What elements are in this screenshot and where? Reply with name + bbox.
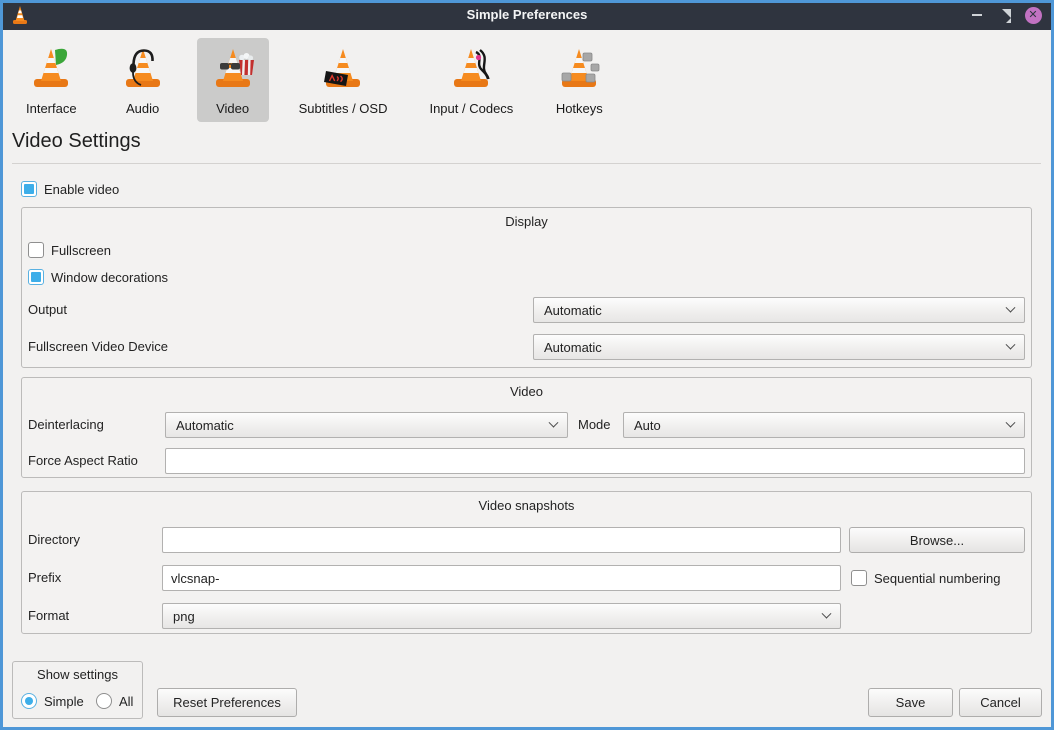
force-aspect-ratio-label: Force Aspect Ratio [28, 448, 138, 474]
deinterlace-mode-select-value: Auto [634, 418, 661, 433]
force-aspect-ratio-input[interactable] [165, 448, 1025, 474]
save-button-label: Save [896, 695, 926, 710]
video-snapshots-group: Video snapshots Directory Browse... Pref… [21, 491, 1032, 634]
format-select-value: png [173, 609, 195, 624]
restore-icon [999, 9, 1011, 21]
directory-label: Directory [28, 527, 80, 553]
window-decorations-label: Window decorations [51, 270, 168, 285]
deinterlacing-label: Deinterlacing [28, 412, 104, 438]
chevron-down-icon [822, 608, 832, 618]
minimize-icon [972, 14, 982, 16]
deinterlace-mode-select[interactable]: Auto [623, 412, 1025, 438]
simple-radio-row[interactable]: Simple [21, 693, 84, 709]
titlebar: Simple Preferences ✕ [0, 0, 1054, 30]
heading-separator [12, 163, 1041, 164]
tab-label: Audio [126, 101, 159, 116]
prefix-input[interactable] [162, 565, 841, 591]
output-select[interactable]: Automatic [533, 297, 1025, 323]
fullscreen-device-select-value: Automatic [544, 340, 602, 355]
video-group: Video Deinterlacing Automatic Mode Auto … [21, 377, 1032, 478]
restore-button[interactable] [996, 6, 1014, 24]
fullscreen-checkbox[interactable] [28, 242, 44, 258]
output-label: Output [28, 297, 67, 323]
close-icon: ✕ [1025, 7, 1042, 24]
all-radio[interactable] [96, 693, 112, 709]
close-button[interactable]: ✕ [1024, 6, 1042, 24]
fullscreen-label: Fullscreen [51, 243, 111, 258]
format-select[interactable]: png [162, 603, 841, 629]
hotkeys-cone-icon [555, 44, 603, 95]
tab-label: Input / Codecs [429, 101, 513, 116]
enable-video-checkbox[interactable] [21, 181, 37, 197]
reset-preferences-button[interactable]: Reset Preferences [157, 688, 297, 717]
tab-label: Subtitles / OSD [299, 101, 388, 116]
tab-subtitles-osd[interactable]: Subtitles / OSD [287, 38, 400, 122]
snapshots-group-title: Video snapshots [22, 498, 1031, 513]
deinterlacing-select[interactable]: Automatic [165, 412, 568, 438]
tab-hotkeys[interactable]: Hotkeys [543, 38, 615, 122]
mode-label: Mode [578, 412, 611, 438]
cancel-button-label: Cancel [980, 695, 1020, 710]
audio-cone-icon [119, 44, 167, 95]
show-settings-title: Show settings [13, 667, 142, 682]
tab-video[interactable]: Video [197, 38, 269, 122]
window-decorations-checkbox-row[interactable]: Window decorations [28, 269, 168, 285]
tab-label: Video [216, 101, 249, 116]
window-decorations-checkbox[interactable] [28, 269, 44, 285]
show-settings-group: Show settings Simple All [12, 661, 143, 719]
preferences-toolbar: Interface Audio [14, 38, 615, 122]
cancel-button[interactable]: Cancel [959, 688, 1042, 717]
display-group: Display Fullscreen Window decorations Ou… [21, 207, 1032, 368]
simple-radio[interactable] [21, 693, 37, 709]
subtitles-cone-icon [319, 44, 367, 95]
all-radio-label: All [119, 694, 133, 709]
prefix-label: Prefix [28, 565, 61, 591]
chevron-down-icon [1006, 339, 1016, 349]
page-title: Video Settings [12, 130, 141, 153]
fullscreen-device-label: Fullscreen Video Device [28, 334, 168, 360]
sequential-numbering-checkbox[interactable] [851, 570, 867, 586]
reset-preferences-label: Reset Preferences [173, 695, 281, 710]
video-cone-icon [209, 44, 257, 95]
tab-input-codecs[interactable]: Input / Codecs [417, 38, 525, 122]
output-select-value: Automatic [544, 303, 602, 318]
browse-button-label: Browse... [910, 533, 964, 548]
directory-input[interactable] [162, 527, 841, 553]
format-label: Format [28, 603, 69, 629]
sequential-numbering-checkbox-row[interactable]: Sequential numbering [851, 570, 1000, 586]
video-group-title: Video [22, 384, 1031, 399]
minimize-button[interactable] [968, 6, 986, 24]
enable-video-checkbox-row[interactable]: Enable video [21, 181, 119, 197]
display-group-title: Display [22, 214, 1031, 229]
tab-interface[interactable]: Interface [14, 38, 89, 122]
interface-cone-icon [27, 44, 75, 95]
preferences-window: Simple Preferences ✕ Interface [0, 0, 1054, 730]
enable-video-label: Enable video [44, 182, 119, 197]
tab-label: Interface [26, 101, 77, 116]
tab-audio[interactable]: Audio [107, 38, 179, 122]
save-button[interactable]: Save [868, 688, 953, 717]
all-radio-row[interactable]: All [96, 693, 133, 709]
simple-radio-label: Simple [44, 694, 84, 709]
fullscreen-checkbox-row[interactable]: Fullscreen [28, 242, 111, 258]
input-codecs-cone-icon [447, 44, 495, 95]
chevron-down-icon [549, 417, 559, 427]
window-title: Simple Preferences [0, 0, 1054, 30]
chevron-down-icon [1006, 302, 1016, 312]
sequential-numbering-label: Sequential numbering [874, 571, 1000, 586]
deinterlacing-select-value: Automatic [176, 418, 234, 433]
fullscreen-device-select[interactable]: Automatic [533, 334, 1025, 360]
browse-button[interactable]: Browse... [849, 527, 1025, 553]
chevron-down-icon [1006, 417, 1016, 427]
tab-label: Hotkeys [556, 101, 603, 116]
